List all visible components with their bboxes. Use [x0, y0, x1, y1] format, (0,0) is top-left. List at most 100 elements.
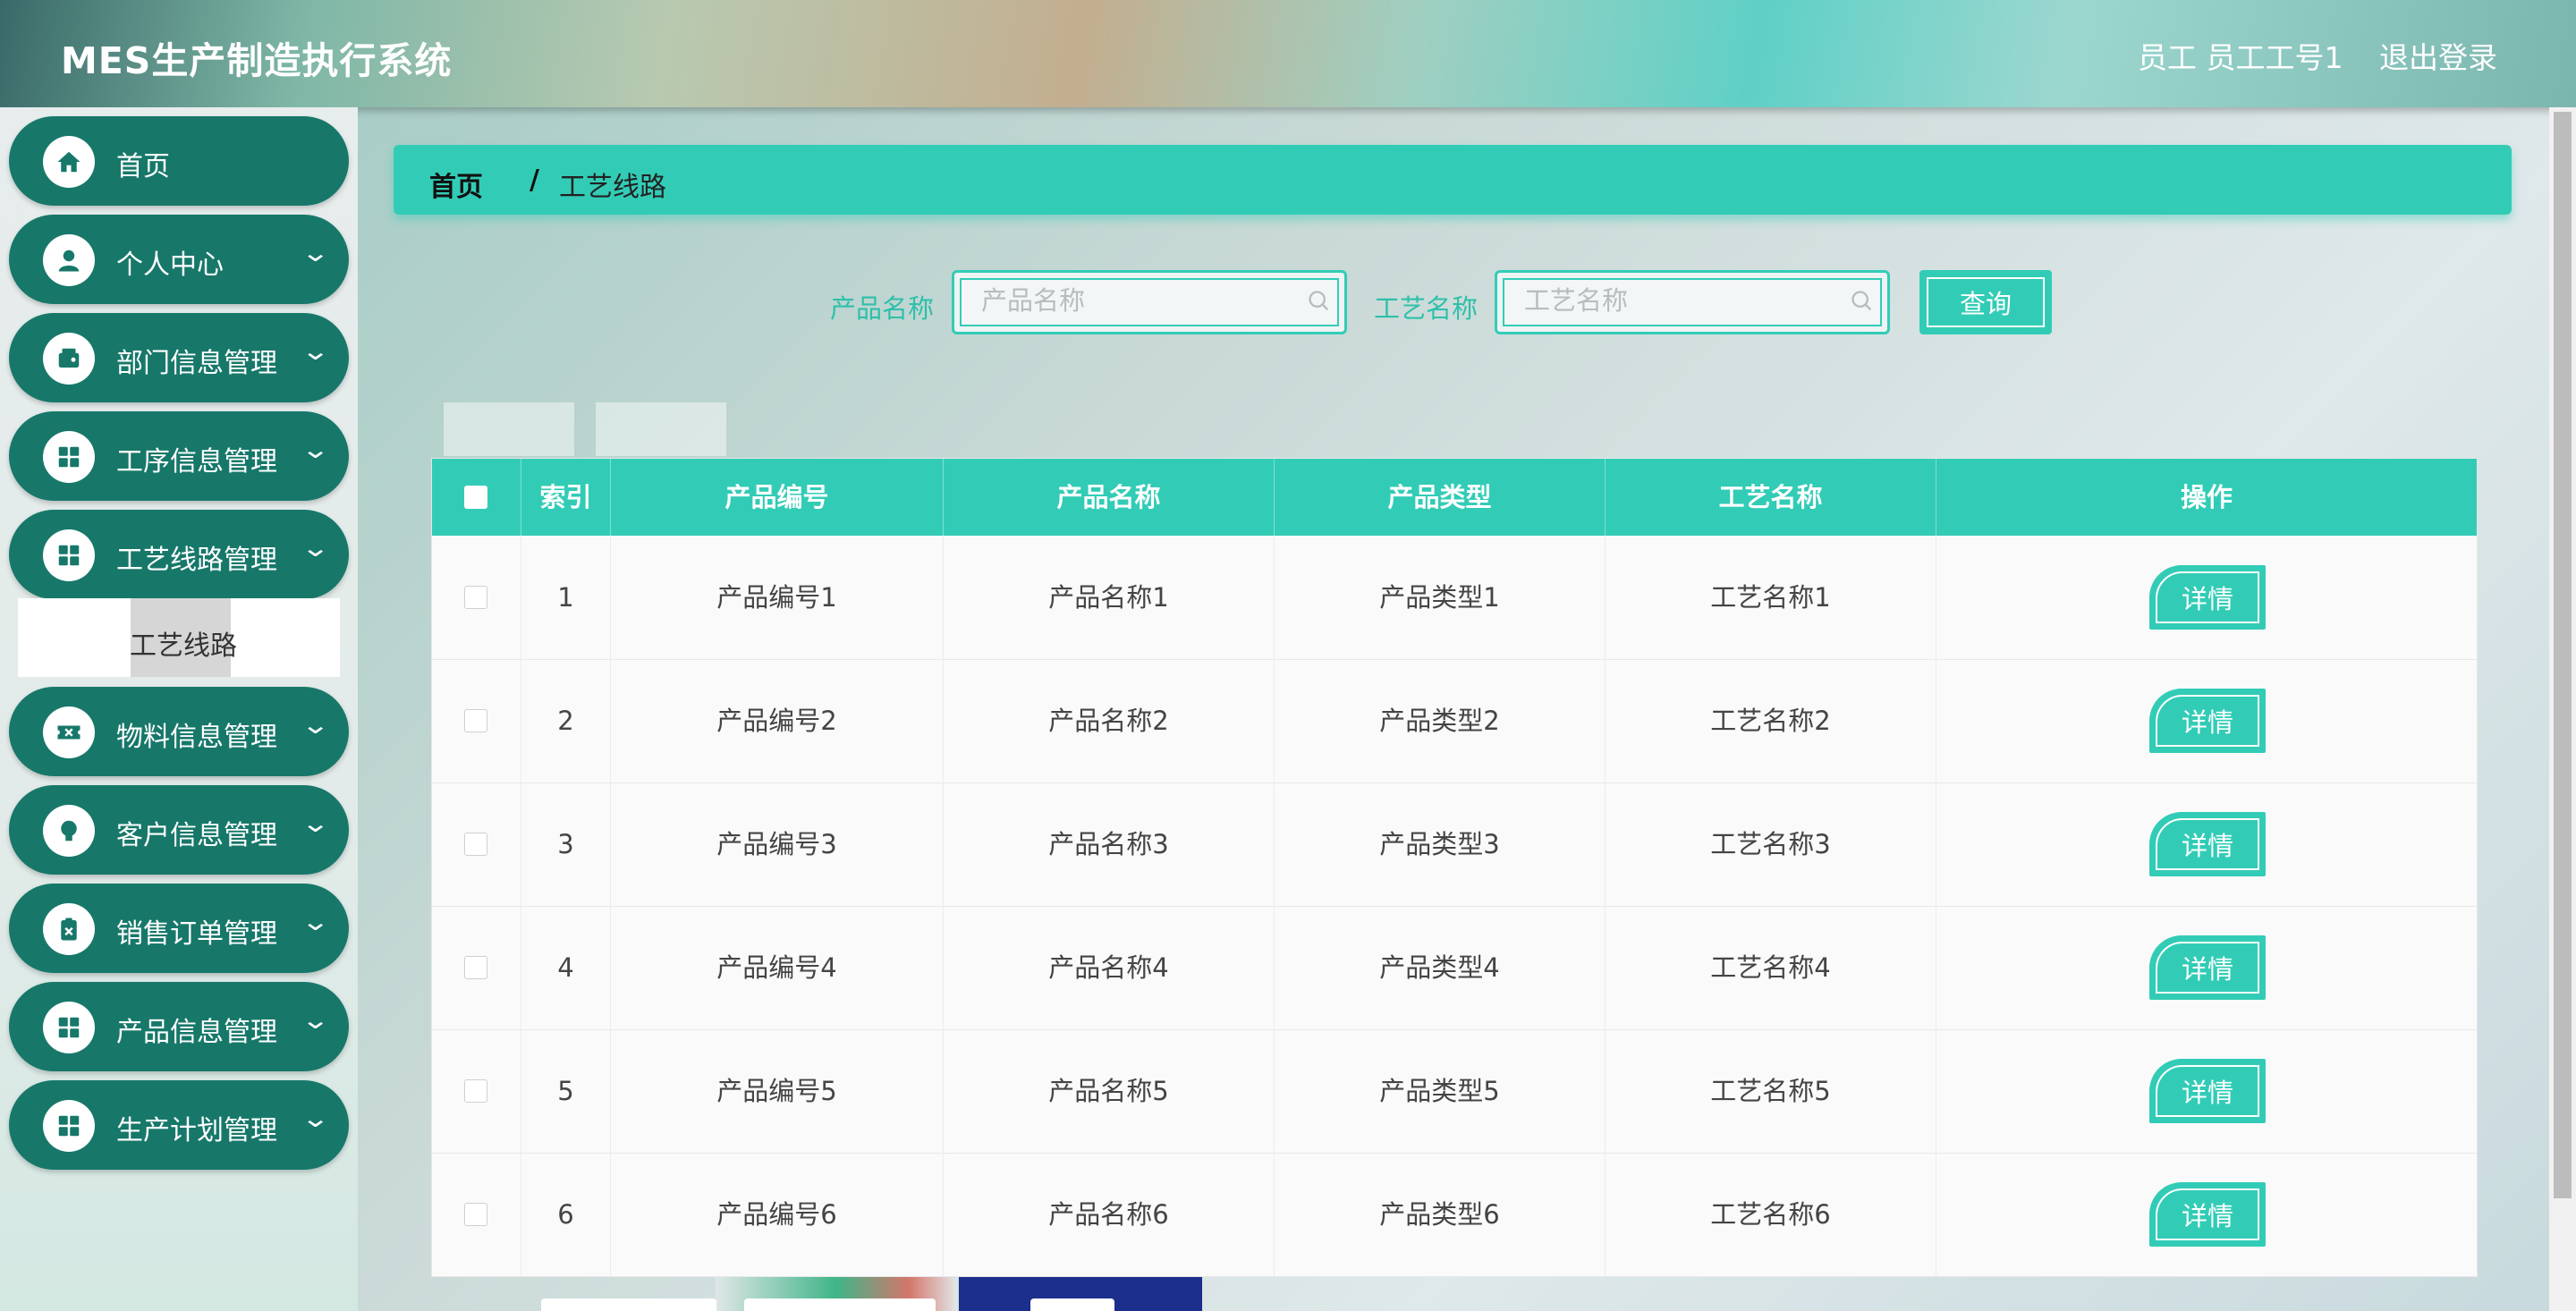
background-decoration: [541, 1298, 716, 1311]
column-header: 产品编号: [611, 459, 944, 536]
cell-process-name: 工艺名称2: [1606, 659, 1936, 782]
cell-product-name: 产品名称2: [944, 659, 1275, 782]
cell-process-name: 工艺名称4: [1606, 906, 1936, 1029]
column-header: 产品名称: [944, 459, 1275, 536]
detail-button[interactable]: 详情: [2149, 565, 2266, 630]
user-icon: [43, 234, 95, 286]
chevron-down-icon: ⌄: [300, 336, 330, 366]
cell-product-type: 产品类型5: [1275, 1029, 1606, 1153]
detail-button[interactable]: 详情: [2149, 1059, 2266, 1123]
sidebar-item-department[interactable]: 部门信息管理 ⌄: [9, 313, 349, 402]
sidebar: 首页 个人中心 ⌄ 部门信息管理 ⌄ 工序信息管理 ⌄ 工艺线路管理 ⌄ 工艺线…: [0, 107, 358, 1311]
sidebar-item-label: 工序信息管理: [116, 446, 277, 478]
breadcrumb: 首页 / 工艺线路: [394, 145, 2512, 215]
submenu-item-label: 工艺线路: [130, 630, 237, 662]
row-checkbox[interactable]: [464, 956, 487, 979]
sidebar-item-home[interactable]: 首页: [9, 116, 349, 206]
cell-product-type: 产品类型2: [1275, 659, 1606, 782]
breadcrumb-home[interactable]: 首页: [429, 165, 483, 204]
scrollbar-thumb[interactable]: [2554, 112, 2572, 1198]
logout-button[interactable]: 退出登录: [2379, 34, 2497, 77]
detail-button[interactable]: 详情: [2149, 812, 2266, 876]
sidebar-item-production-plan[interactable]: 生产计划管理 ⌄: [9, 1080, 349, 1170]
row-checkbox[interactable]: [464, 1079, 487, 1103]
grid-icon: [43, 431, 95, 483]
detail-button[interactable]: 详情: [2149, 689, 2266, 753]
sidebar-item-label: 部门信息管理: [116, 348, 277, 379]
table-header: 索引 产品编号 产品名称 产品类型 工艺名称 操作: [432, 459, 2477, 536]
product-name-input[interactable]: [979, 282, 1287, 319]
data-table: 索引 产品编号 产品名称 产品类型 工艺名称 操作 1 产品编号1 产品名称1 …: [431, 458, 2478, 1277]
chevron-down-icon: ⌄: [300, 710, 330, 740]
table-row: 6 产品编号6 产品名称6 产品类型6 工艺名称6 详情: [432, 1153, 2477, 1277]
app-title: MES生产制造执行系统: [61, 39, 453, 82]
sidebar-item-customer[interactable]: 客户信息管理 ⌄: [9, 785, 349, 875]
chevron-down-icon: ⌄: [300, 1104, 330, 1133]
cell-product-name: 产品名称3: [944, 782, 1275, 906]
row-checkbox[interactable]: [464, 833, 487, 856]
sidebar-item-label: 客户信息管理: [116, 820, 277, 851]
cell-product-type: 产品类型6: [1275, 1153, 1606, 1276]
ghost-button: [444, 402, 574, 456]
process-name-input[interactable]: [1522, 282, 1830, 319]
chevron-down-icon: ⌄: [300, 808, 330, 838]
column-header: 索引: [521, 459, 611, 536]
grid-icon: [43, 1100, 95, 1152]
query-button[interactable]: 查询: [1919, 270, 2052, 334]
row-checkbox[interactable]: [464, 586, 487, 609]
grid-icon: [43, 529, 95, 581]
background-decoration: [744, 1298, 936, 1311]
select-all-checkbox[interactable]: [464, 486, 487, 509]
sidebar-item-sales-order[interactable]: 销售订单管理 ⌄: [9, 884, 349, 973]
cell-product-name: 产品名称5: [944, 1029, 1275, 1153]
column-header: 操作: [2180, 482, 2233, 512]
cell-product-code: 产品编号6: [611, 1153, 944, 1276]
table-row: 1 产品编号1 产品名称1 产品类型1 工艺名称1 详情: [432, 536, 2477, 660]
breadcrumb-separator: /: [530, 165, 539, 196]
cell-product-type: 产品类型1: [1275, 536, 1606, 659]
row-checkbox[interactable]: [464, 1203, 487, 1226]
sidebar-item-personal-center[interactable]: 个人中心 ⌄: [9, 215, 349, 304]
detail-button[interactable]: 详情: [2149, 935, 2266, 1000]
sidebar-item-label: 个人中心: [116, 250, 224, 281]
row-checkbox[interactable]: [464, 709, 487, 732]
detail-button[interactable]: 详情: [2149, 1182, 2266, 1247]
cell-index: 3: [521, 782, 611, 906]
search-icon: [1307, 289, 1332, 317]
bulb-icon: [43, 805, 95, 857]
ghost-button: [596, 402, 726, 456]
table-row: 5 产品编号5 产品名称5 产品类型5 工艺名称5 详情: [432, 1029, 2477, 1154]
cell-product-name: 产品名称1: [944, 536, 1275, 659]
product-name-field[interactable]: [952, 270, 1347, 334]
cell-index: 5: [521, 1029, 611, 1153]
grid-icon: [43, 1002, 95, 1053]
sidebar-item-product[interactable]: 产品信息管理 ⌄: [9, 982, 349, 1071]
sidebar-item-label: 销售订单管理: [116, 918, 277, 950]
product-name-label: 产品名称: [830, 293, 935, 324]
table-row: 3 产品编号3 产品名称3 产品类型3 工艺名称3 详情: [432, 782, 2477, 907]
process-name-label: 工艺名称: [1374, 293, 1479, 324]
cell-product-type: 产品类型4: [1275, 906, 1606, 1029]
sidebar-item-material[interactable]: 物料信息管理 ⌄: [9, 687, 349, 776]
cell-process-name: 工艺名称1: [1606, 536, 1936, 659]
sidebar-item-label: 工艺线路管理: [116, 545, 277, 576]
cell-product-name: 产品名称4: [944, 906, 1275, 1029]
chevron-down-icon: ⌄: [300, 238, 330, 267]
process-name-field[interactable]: [1495, 270, 1890, 334]
sidebar-item-route[interactable]: 工艺线路管理 ⌄: [9, 510, 349, 599]
cell-process-name: 工艺名称5: [1606, 1029, 1936, 1153]
cell-product-code: 产品编号2: [611, 659, 944, 782]
cell-index: 1: [521, 536, 611, 659]
cell-process-name: 工艺名称6: [1606, 1153, 1936, 1276]
clipboard-icon: [43, 903, 95, 955]
cell-product-code: 产品编号4: [611, 906, 944, 1029]
cell-index: 6: [521, 1153, 611, 1276]
query-button-label: 查询: [1927, 277, 2045, 327]
submenu-item-route[interactable]: 工艺线路: [18, 598, 340, 677]
column-header: 工艺名称: [1606, 459, 1936, 536]
ticket-icon: [43, 706, 95, 758]
home-icon: [43, 136, 95, 188]
sidebar-item-label: 产品信息管理: [116, 1017, 277, 1048]
sidebar-item-process[interactable]: 工序信息管理 ⌄: [9, 411, 349, 501]
cell-index: 4: [521, 906, 611, 1029]
